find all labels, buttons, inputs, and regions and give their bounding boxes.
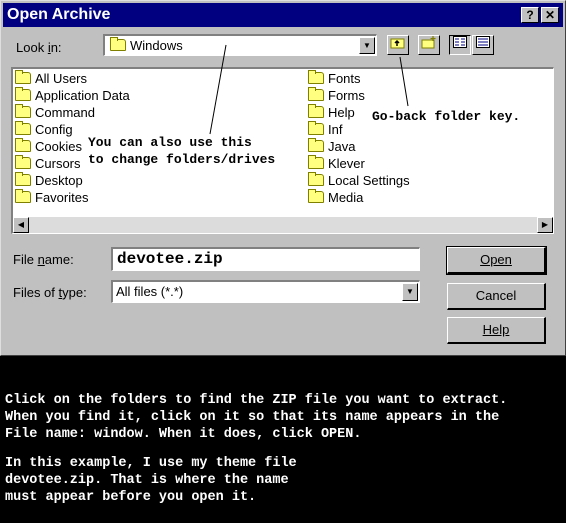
folder-icon: [15, 155, 31, 169]
list-item[interactable]: Help: [308, 104, 355, 121]
look-in-label-text: Look: [16, 40, 48, 55]
folder-icon: [15, 138, 31, 152]
folder-icon: [15, 104, 31, 118]
instructions-paragraph-2: In this example, I use my theme file dev…: [5, 456, 297, 505]
open-button-label: Open: [480, 252, 512, 267]
up-folder-icon: [390, 38, 406, 52]
cancel-button[interactable]: Cancel: [447, 283, 546, 310]
list-item-label: Fonts: [328, 71, 361, 86]
scroll-left-icon[interactable]: ◀: [13, 217, 29, 233]
list-item[interactable]: Cursors: [15, 155, 81, 172]
title-bar[interactable]: Open Archive ? ✕: [3, 3, 563, 27]
file-name-label-text: File: [13, 252, 38, 267]
list-view-button[interactable]: [449, 35, 471, 55]
window-title: Open Archive: [7, 6, 111, 23]
list-view-icon: [453, 36, 467, 51]
list-item[interactable]: Command: [15, 104, 95, 121]
folder-icon: [15, 70, 31, 84]
look-in-label-text-end: n:: [50, 40, 62, 55]
up-folder-button[interactable]: [387, 35, 409, 55]
list-item[interactable]: Klever: [308, 155, 365, 172]
folder-icon: [308, 172, 324, 186]
folder-icon: [110, 37, 126, 51]
annotation-go-back: Go-back folder key.: [372, 109, 521, 124]
folder-icon: [15, 189, 31, 203]
look-in-dropdown[interactable]: Windows ▼: [103, 34, 377, 56]
file-type-value: All files (*.*): [116, 284, 184, 299]
open-archive-dialog: Open Archive ? ✕ Look in: Windows ▼ All …: [0, 0, 566, 356]
list-item-label: Java: [328, 139, 356, 154]
list-item-label: Config: [35, 122, 73, 137]
list-item-label: All Users: [35, 71, 88, 86]
list-item[interactable]: Java: [308, 138, 355, 155]
file-name-label-text-end: ame:: [44, 252, 74, 267]
file-type-label-text-end: ype:: [62, 285, 87, 300]
chevron-down-icon[interactable]: ▼: [359, 37, 375, 54]
file-name-label: File name:: [13, 252, 74, 267]
list-item-label: Klever: [328, 156, 365, 171]
list-item[interactable]: Forms: [308, 87, 365, 104]
instructions-paragraph-1: Click on the folders to find the ZIP fil…: [5, 393, 508, 442]
file-type-label-text: Files of: [13, 285, 59, 300]
list-item[interactable]: Fonts: [308, 70, 361, 87]
details-view-icon: [476, 36, 490, 51]
folder-icon: [308, 87, 324, 101]
file-name-field[interactable]: devotee.zip: [111, 247, 420, 271]
folder-icon: [308, 121, 324, 135]
list-item[interactable]: Config: [15, 121, 73, 138]
look-in-value: Windows: [130, 38, 183, 53]
list-item[interactable]: Media: [308, 189, 363, 206]
list-item-label: Forms: [328, 88, 365, 103]
folder-icon: [15, 172, 31, 186]
open-button[interactable]: Open: [446, 246, 547, 275]
chevron-down-icon[interactable]: ▼: [402, 283, 418, 301]
list-item[interactable]: Local Settings: [308, 172, 410, 189]
look-in-label: Look in:: [16, 40, 62, 55]
folder-icon: [308, 155, 324, 169]
list-item[interactable]: Desktop: [15, 172, 83, 189]
folder-icon: [308, 70, 324, 84]
list-item-label: Cursors: [35, 156, 81, 171]
help-title-button[interactable]: ?: [521, 7, 539, 23]
file-name-value: devotee.zip: [117, 250, 223, 268]
list-item-label: Desktop: [35, 173, 83, 188]
folder-icon: [15, 87, 31, 101]
details-view-button[interactable]: [472, 35, 494, 55]
file-name-label-accel: n: [37, 252, 45, 267]
list-item-label: Cookies: [35, 139, 82, 154]
list-item[interactable]: Favorites: [15, 189, 88, 206]
folder-icon: [15, 121, 31, 135]
new-folder-icon: [421, 36, 437, 52]
list-item-label: Media: [328, 190, 364, 205]
list-item[interactable]: Application Data: [15, 87, 130, 104]
new-folder-button[interactable]: [418, 35, 440, 55]
list-item[interactable]: Inf: [308, 121, 342, 138]
list-item-label: Local Settings: [328, 173, 410, 188]
horizontal-scrollbar[interactable]: ◀ ▶: [13, 217, 553, 233]
list-item-label: Help: [328, 105, 355, 120]
help-button[interactable]: Help: [447, 317, 546, 344]
close-button[interactable]: ✕: [541, 7, 559, 23]
list-item-label: Application Data: [35, 88, 130, 103]
folder-icon: [308, 189, 324, 203]
list-item-label: Command: [35, 105, 95, 120]
file-type-dropdown[interactable]: All files (*.*) ▼: [111, 280, 420, 303]
folder-icon: [308, 104, 324, 118]
list-item-label: Inf: [328, 122, 343, 137]
folder-icon: [308, 138, 324, 152]
list-item[interactable]: All Users: [15, 70, 87, 87]
scroll-right-icon[interactable]: ▶: [537, 217, 553, 233]
list-item[interactable]: Cookies: [15, 138, 82, 155]
list-item-label: Favorites: [35, 190, 89, 205]
file-type-label: Files of type:: [13, 285, 87, 300]
help-button-label: Help: [482, 322, 510, 337]
annotation-folders-drives: You can also use this to change folders/…: [88, 135, 276, 167]
